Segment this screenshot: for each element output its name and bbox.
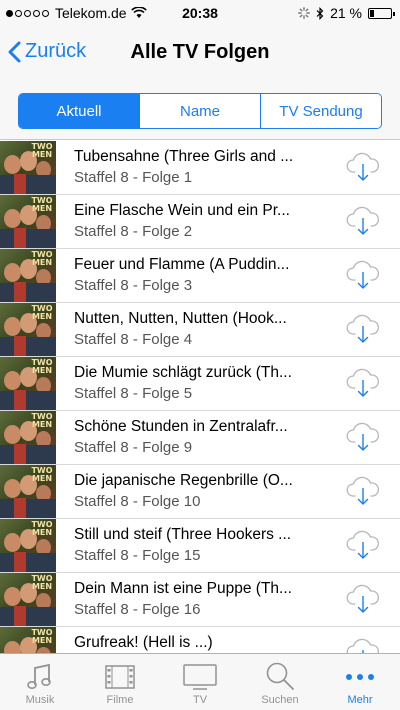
show-logo: TWO MEN [31, 196, 53, 213]
episode-thumbnail: TWO MEN [0, 195, 56, 248]
cloud-download-icon[interactable] [346, 583, 380, 615]
bluetooth-icon [316, 6, 324, 20]
episode-title: Tubensahne (Three Girls and ... [74, 148, 294, 165]
segment-area: Aktuell Name TV Sendung [0, 80, 400, 140]
episode-row[interactable]: TWO MEN Eine Flasche Wein und ein Pr... S… [0, 195, 400, 249]
tab-musik[interactable]: Musik [0, 654, 80, 710]
tab-suchen[interactable]: Suchen [240, 654, 320, 710]
episode-row[interactable]: TWO MEN Still und steif (Three Hookers ..… [0, 519, 400, 573]
music-note-icon [27, 663, 51, 689]
back-button[interactable]: Zurück [8, 40, 86, 63]
tab-label: Mehr [347, 694, 373, 706]
episode-thumbnail: TWO MEN [0, 519, 56, 572]
tab-label: TV [192, 694, 208, 706]
cloud-download-icon[interactable] [346, 313, 380, 345]
cloud-download-icon[interactable] [346, 205, 380, 237]
segment-name[interactable]: Name [139, 94, 260, 128]
episode-thumbnail: TWO MEN [0, 465, 56, 518]
episode-title: Grufreak! (Hell is ...) [74, 634, 213, 651]
status-right: 21 % [298, 5, 395, 21]
cloud-download-icon[interactable] [346, 259, 380, 291]
tab-label: Suchen [261, 694, 299, 706]
tab-tv[interactable]: TV [160, 654, 240, 710]
navigation-bar: Zurück Alle TV Folgen [0, 26, 400, 80]
episode-title: Die japanische Regenbrille (O... [74, 472, 293, 489]
chevron-left-icon [8, 41, 21, 62]
episode-title: Die Mumie schlägt zurück (Th... [74, 364, 292, 381]
status-bar: Telekom.de 20:38 21 % [0, 0, 400, 26]
episode-subtitle: Staffel 8 - Folge 10 [74, 493, 201, 510]
tab-filme[interactable]: Filme [80, 654, 160, 710]
battery-percent: 21 % [330, 5, 362, 21]
episode-list: TWO MEN Tubensahne (Three Girls and ... S… [0, 141, 400, 653]
episode-subtitle: Staffel 8 - Folge 16 [74, 601, 201, 618]
segment-tv-sendung[interactable]: TV Sendung [260, 94, 381, 128]
episode-row[interactable]: TWO MEN Feuer und Flamme (A Puddin... Sta… [0, 249, 400, 303]
episode-thumbnail: TWO MEN [0, 573, 56, 626]
show-logo: TWO MEN [31, 520, 53, 537]
segment-aktuell[interactable]: Aktuell [19, 94, 139, 128]
back-label: Zurück [25, 40, 87, 62]
show-logo: TWO MEN [31, 466, 53, 483]
episode-row[interactable]: TWO MEN Die japanische Regenbrille (O... … [0, 465, 400, 519]
episode-title: Dein Mann ist eine Puppe (Th... [74, 580, 292, 597]
cloud-download-icon[interactable] [346, 637, 380, 653]
episode-title: Schöne Stunden in Zentralafr... [74, 418, 288, 435]
episode-row[interactable]: TWO MEN Dein Mann ist eine Puppe (Th... S… [0, 573, 400, 627]
episode-subtitle: Staffel 8 - Folge 4 [74, 331, 193, 348]
show-logo: TWO MEN [31, 304, 53, 321]
episode-row[interactable]: TWO MEN Schöne Stunden in Zentralafr... S… [0, 411, 400, 465]
episode-thumbnail: TWO MEN [0, 411, 56, 464]
episode-title: Eine Flasche Wein und ein Pr... [74, 202, 290, 219]
more-dots-icon [346, 674, 374, 680]
episode-subtitle: Staffel 8 - Folge 9 [74, 439, 193, 456]
show-logo: TWO MEN [31, 628, 53, 645]
episode-thumbnail: TWO MEN [0, 249, 56, 302]
episode-subtitle: Staffel 8 - Folge 1 [74, 169, 193, 186]
cloud-download-icon[interactable] [346, 151, 380, 183]
cloud-download-icon[interactable] [346, 475, 380, 507]
episode-title: Still und steif (Three Hookers ... [74, 526, 292, 543]
episode-thumbnail: TWO MEN [0, 303, 56, 356]
episode-row[interactable]: TWO MEN Tubensahne (Three Girls and ... S… [0, 141, 400, 195]
tab-mehr[interactable]: Mehr [320, 654, 400, 710]
sort-segmented-control: Aktuell Name TV Sendung [18, 93, 382, 129]
episode-subtitle: Staffel 8 - Folge 3 [74, 277, 193, 294]
tab-label: Musik [25, 694, 55, 706]
battery-icon [368, 7, 395, 19]
cloud-download-icon[interactable] [346, 421, 380, 453]
episode-title: Feuer und Flamme (A Puddin... [74, 256, 290, 273]
episode-row[interactable]: TWO MEN Die Mumie schlägt zurück (Th... S… [0, 357, 400, 411]
search-icon [266, 662, 294, 690]
episode-subtitle: Staffel 8 - Folge 15 [74, 547, 201, 564]
film-strip-icon [105, 665, 135, 689]
tab-bar: Musik Filme TV Suchen Mehr [0, 653, 400, 710]
episode-row[interactable]: TWO MEN Grufreak! (Hell is ...) [0, 627, 400, 653]
episode-thumbnail: TWO MEN [0, 141, 56, 194]
activity-spinner-icon [298, 7, 310, 19]
show-logo: TWO MEN [31, 358, 53, 375]
show-logo: TWO MEN [31, 250, 53, 267]
show-logo: TWO MEN [31, 142, 53, 159]
episode-row[interactable]: TWO MEN Nutten, Nutten, Nutten (Hook... S… [0, 303, 400, 357]
show-logo: TWO MEN [31, 412, 53, 429]
cloud-download-icon[interactable] [346, 529, 380, 561]
episode-title: Nutten, Nutten, Nutten (Hook... [74, 310, 287, 327]
tab-label: Filme [106, 694, 134, 706]
episode-subtitle: Staffel 8 - Folge 5 [74, 385, 193, 402]
tv-icon [183, 664, 217, 690]
cloud-download-icon[interactable] [346, 367, 380, 399]
episode-subtitle: Staffel 8 - Folge 2 [74, 223, 193, 240]
episode-thumbnail: TWO MEN [0, 627, 56, 653]
episode-thumbnail: TWO MEN [0, 357, 56, 410]
show-logo: TWO MEN [31, 574, 53, 591]
